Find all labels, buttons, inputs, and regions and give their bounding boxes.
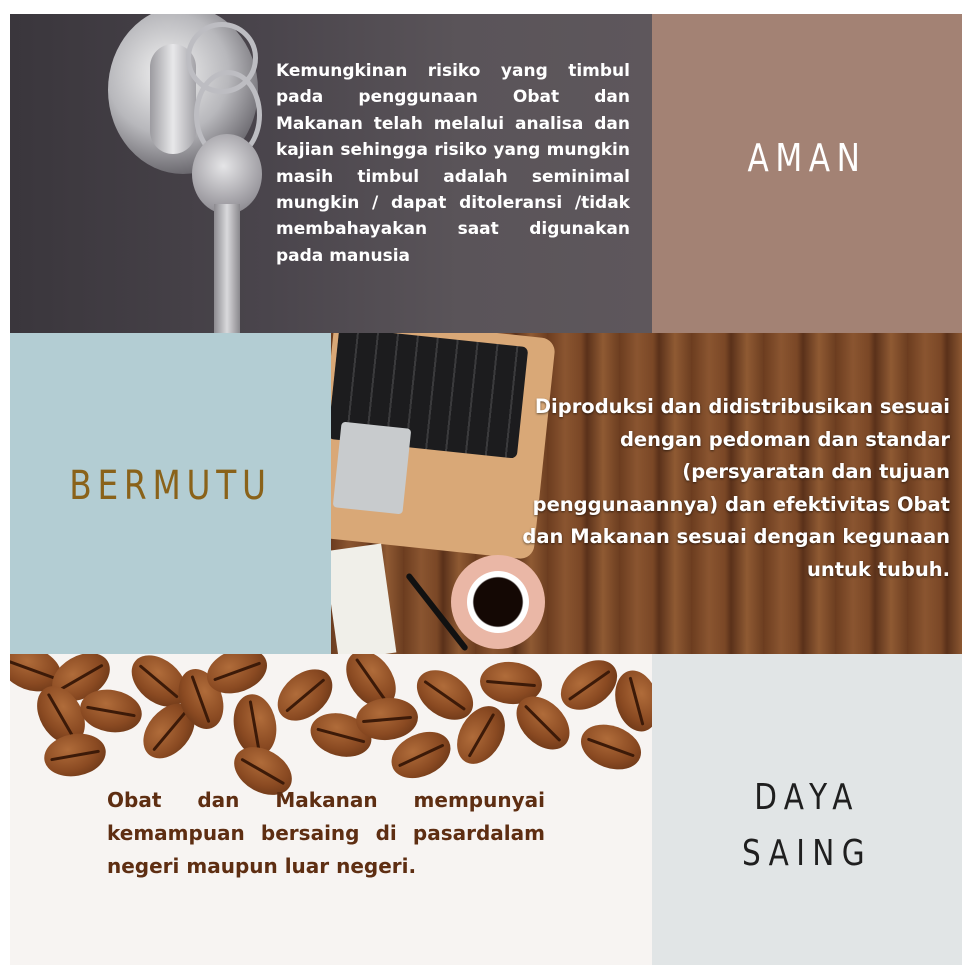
- daya-saing-description: Obat dan Makanan mempunyai kemampuan ber…: [107, 788, 545, 878]
- bermutu-title-tile: BERMUTU: [10, 333, 331, 654]
- daya-saing-title-line2: SAING: [741, 833, 873, 874]
- notebook-image: [331, 543, 397, 654]
- key-image: [192, 134, 262, 214]
- aman-title: AMAN: [747, 136, 867, 180]
- key-blade-image: [214, 204, 240, 333]
- aman-title-tile: AMAN: [652, 14, 962, 333]
- aman-description: Kemungkinan risiko yang timbul pada peng…: [276, 61, 630, 266]
- daya-saing-title: DAYA SAING: [680, 770, 934, 882]
- bermutu-description-tile: Diproduksi dan didistribusikan sesuai de…: [331, 333, 962, 654]
- bermutu-title: BERMUTU: [69, 463, 272, 509]
- trackpad-image: [332, 421, 412, 515]
- daya-saing-description-tile: Obat dan Makanan mempunyai kemampuan ber…: [10, 654, 652, 965]
- daya-saing-title-tile: DAYA SAING: [652, 654, 962, 965]
- aman-description-tile: Kemungkinan risiko yang timbul pada peng…: [10, 14, 652, 333]
- bermutu-description: Diproduksi dan didistribusikan sesuai de…: [522, 395, 950, 581]
- daya-saing-title-line1: DAYA: [754, 777, 860, 818]
